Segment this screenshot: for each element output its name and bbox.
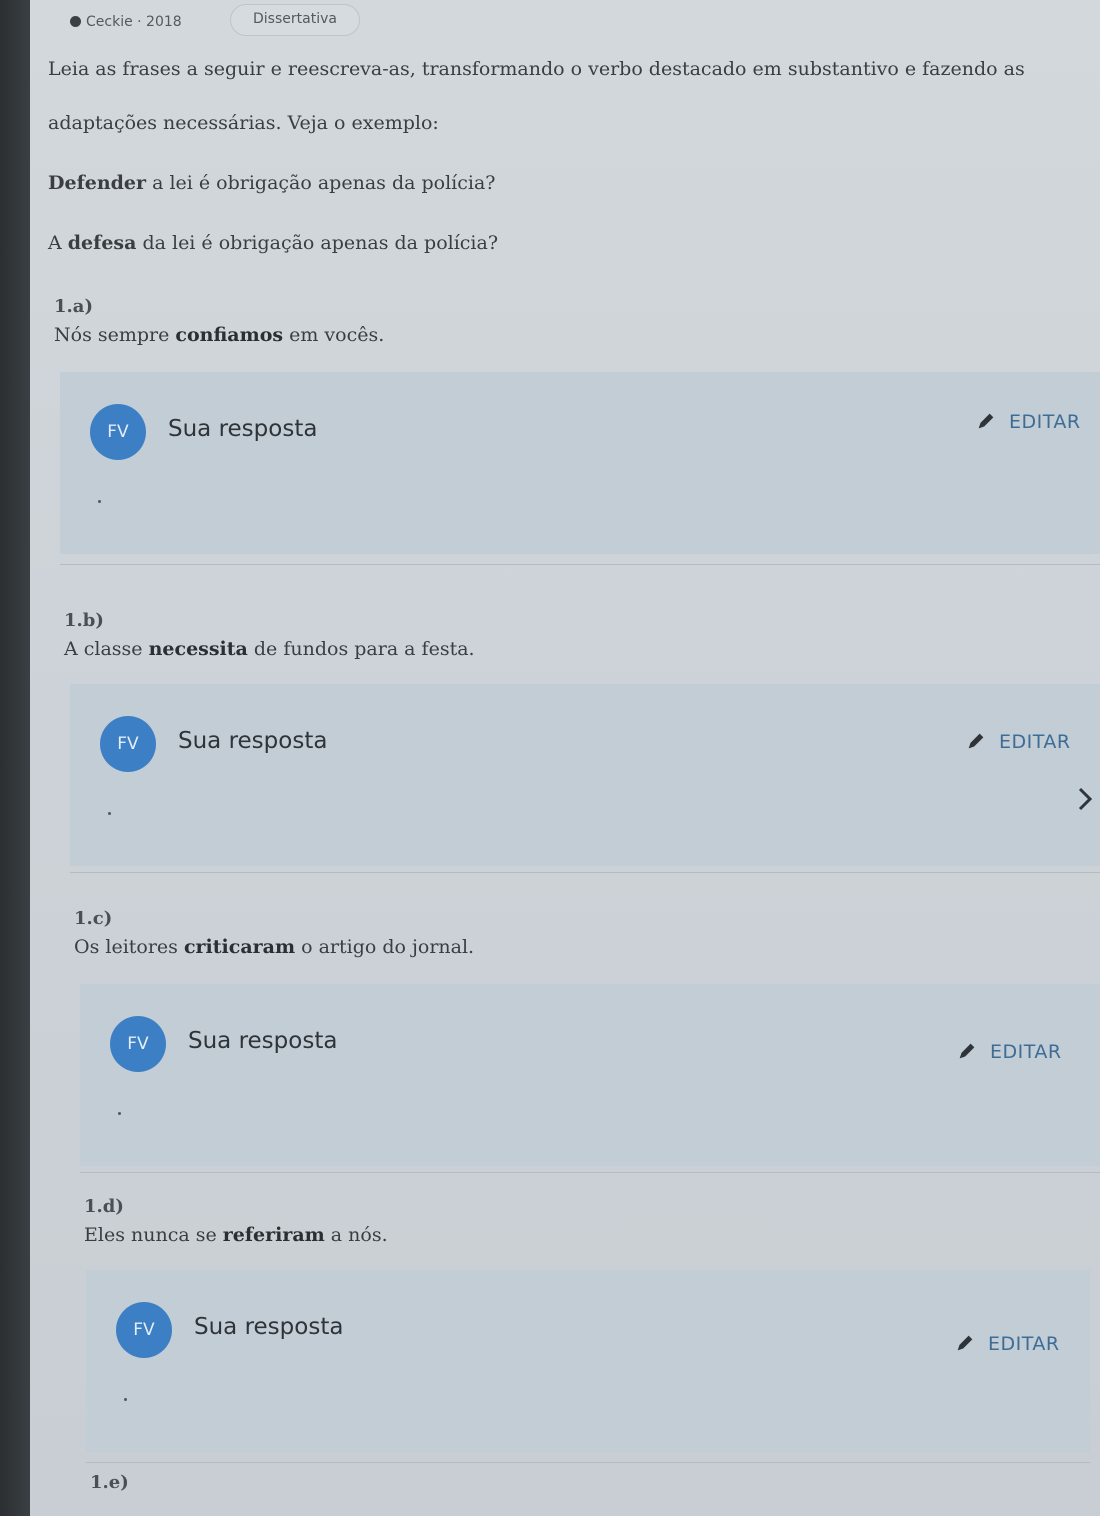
divider: [60, 564, 1100, 565]
example-question: Defender a lei é obrigação apenas da pol…: [48, 172, 496, 194]
answer-card[interactable]: FV Sua resposta EDITAR: [60, 372, 1100, 554]
answer-title: Sua resposta: [168, 416, 318, 442]
example-answer: A defesa da lei é obrigação apenas da po…: [48, 232, 499, 254]
type-pill[interactable]: Dissertativa: [230, 4, 360, 36]
answer-card[interactable]: FV Sua resposta EDITAR: [80, 984, 1100, 1166]
question-label: 1.b): [64, 610, 104, 631]
question-label: 1.d): [84, 1196, 124, 1217]
avatar: FV: [110, 1016, 166, 1072]
answer-title: Sua resposta: [188, 1028, 338, 1054]
text-cursor: [108, 812, 111, 815]
pencil-icon: [959, 1043, 975, 1059]
avatar: FV: [116, 1302, 172, 1358]
pencil-icon: [957, 1335, 973, 1351]
chevron-right-icon[interactable]: [1073, 784, 1097, 814]
question-label: 1.c): [74, 908, 113, 929]
pencil-icon: [978, 413, 994, 429]
answer-title: Sua resposta: [194, 1314, 344, 1340]
course-icon: [70, 16, 81, 27]
question-label: 1.e): [90, 1472, 129, 1493]
divider: [80, 1172, 1100, 1173]
divider: [70, 872, 1100, 873]
divider: [86, 1462, 1090, 1463]
edit-button[interactable]: EDITAR: [965, 730, 1071, 753]
instruction-line-1: Leia as frases a seguir e reescreva-as, …: [48, 58, 1025, 80]
question-sentence: Nós sempre confiamos em vocês.: [54, 324, 385, 346]
question-sentence: Eles nunca se referiram a nós.: [84, 1224, 388, 1246]
text-cursor: [124, 1398, 127, 1401]
answer-card[interactable]: FV Sua resposta EDITAR: [86, 1270, 1090, 1452]
course-label: Ceckie · 2018: [70, 14, 182, 30]
question-sentence: A classe necessita de fundos para a fest…: [64, 638, 475, 660]
instruction-line-2: adaptações necessárias. Veja o exemplo:: [48, 112, 439, 134]
edit-button[interactable]: EDITAR: [954, 1332, 1060, 1355]
edit-button[interactable]: EDITAR: [975, 410, 1081, 433]
question-label: 1.a): [54, 296, 93, 317]
avatar: FV: [100, 716, 156, 772]
page: Ceckie · 2018 Dissertativa Leia as frase…: [30, 0, 1100, 1516]
left-edge: [0, 0, 30, 1516]
answer-title: Sua resposta: [178, 728, 328, 754]
edit-button[interactable]: EDITAR: [956, 1040, 1062, 1063]
text-cursor: [118, 1112, 121, 1115]
pencil-icon: [968, 733, 984, 749]
avatar: FV: [90, 404, 146, 460]
text-cursor: [98, 500, 101, 503]
answer-card[interactable]: FV Sua resposta EDITAR: [70, 684, 1100, 866]
question-sentence: Os leitores criticaram o artigo do jorna…: [74, 936, 475, 958]
